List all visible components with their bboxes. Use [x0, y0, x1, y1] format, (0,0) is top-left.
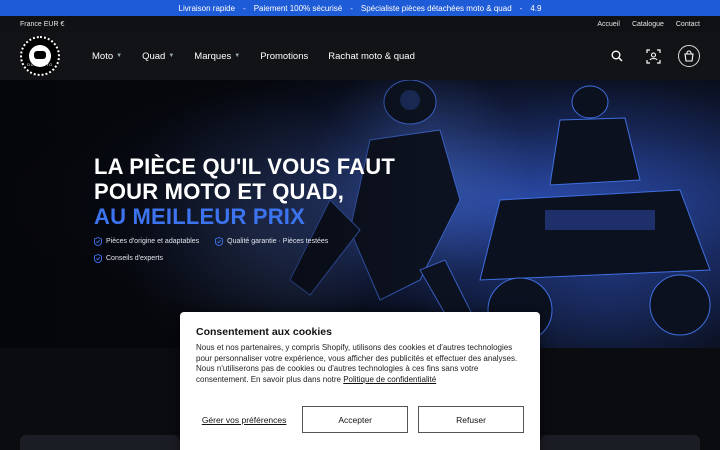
badge-experts: Conseils d'experts	[94, 254, 163, 263]
nav-moto[interactable]: Moto ▼	[92, 51, 122, 62]
headline-line-2: POUR MOTO ET QUAD,	[94, 179, 345, 204]
link-contact[interactable]: Contact	[676, 21, 700, 28]
nav-promotions[interactable]: Promotions	[260, 51, 308, 62]
utility-links: Accueil Catalogue Contact	[597, 21, 700, 28]
link-catalogue[interactable]: Catalogue	[632, 21, 664, 28]
announcement-separator: -	[350, 3, 353, 13]
nav-quad[interactable]: Quad ▼	[142, 51, 174, 62]
badge-label: Conseils d'experts	[106, 255, 163, 262]
rating-value: 4.9	[530, 3, 542, 13]
header-icons	[606, 45, 700, 67]
link-accueil[interactable]: Accueil	[597, 21, 620, 28]
chevron-down-icon: ▼	[234, 53, 241, 59]
nav-marques[interactable]: Marques ▼	[194, 51, 240, 62]
chevron-down-icon: ▼	[168, 53, 175, 59]
accept-button[interactable]: Accepter	[302, 406, 409, 433]
nav-label: Quad	[142, 50, 166, 62]
announcement-bar: Livraison rapide - Paiement 100% sécuris…	[0, 0, 720, 16]
cookie-body: Nous et nos partenaires, y compris Shopi…	[196, 343, 524, 385]
currency-selector[interactable]: France EUR €	[20, 21, 64, 28]
badge-label: Pièces d'origine et adaptables	[106, 238, 200, 245]
cookie-consent-dialog: Consentement aux cookies Nous et nos par…	[180, 312, 540, 450]
account-scan-icon[interactable]	[642, 45, 664, 67]
hero-headline: LA PIÈCE QU'IL VOUS FAUT POUR MOTO ET QU…	[94, 154, 395, 229]
logo-text: DUB MOTO	[27, 62, 53, 67]
nav-label: Promotions	[260, 50, 309, 62]
utility-bar: France EUR € Accueil Catalogue Contact	[0, 16, 720, 32]
nav-label: Marques	[194, 50, 232, 62]
nav-rachat[interactable]: Rachat moto & quad	[328, 51, 415, 62]
page: Livraison rapide - Paiement 100% sécuris…	[0, 0, 720, 450]
search-icon[interactable]	[606, 45, 628, 67]
badge-label: Qualité garantie · Pièces testées	[227, 238, 329, 245]
cookie-actions: Gérer vos préférences Accepter Refuser	[196, 406, 525, 433]
refuse-button[interactable]: Refuser	[418, 406, 525, 433]
announcement-separator: -	[243, 3, 246, 13]
site-logo[interactable]: DUB MOTO	[20, 36, 60, 76]
badge-quality: Qualité garantie · Pièces testées	[215, 237, 328, 246]
announcement-item: Livraison rapide	[178, 3, 236, 13]
site-header: DUB MOTO Moto ▼ Quad ▼ Marques ▼ Promotions…	[0, 32, 720, 80]
hero-badges: Pièces d'origine et adaptables Qualité g…	[94, 237, 342, 271]
announcement-separator: -	[519, 3, 523, 13]
main-nav: Moto ▼ Quad ▼ Marques ▼ Promotions Rachat m…	[92, 51, 415, 62]
nav-label: Rachat moto & quad	[328, 50, 415, 62]
category-card[interactable]	[20, 435, 180, 450]
shield-check-icon	[94, 254, 102, 263]
headline-line-1: LA PIÈCE QU'IL VOUS FAUT	[94, 154, 395, 179]
badge-original-parts: Pièces d'origine et adaptables	[94, 237, 199, 246]
announcement-item: Paiement 100% sécurisé	[253, 3, 343, 13]
nav-label: Moto	[92, 50, 114, 62]
chevron-down-icon: ▼	[116, 53, 123, 59]
headline-line-3: AU MEILLEUR PRIX	[94, 204, 305, 229]
shield-check-icon	[94, 237, 102, 246]
privacy-policy-link[interactable]: Politique de confidentialité	[343, 375, 436, 384]
cart-icon[interactable]	[678, 45, 700, 67]
announcement-item: Spécialiste pièces détachées moto & quad	[360, 3, 512, 13]
manage-preferences-button[interactable]: Gérer vos préférences	[196, 415, 292, 425]
category-card[interactable]	[540, 435, 700, 450]
shield-check-icon	[215, 237, 224, 246]
cookie-title: Consentement aux cookies	[196, 326, 332, 338]
hero-banner: LA PIÈCE QU'IL VOUS FAUT POUR MOTO ET QU…	[0, 80, 720, 348]
